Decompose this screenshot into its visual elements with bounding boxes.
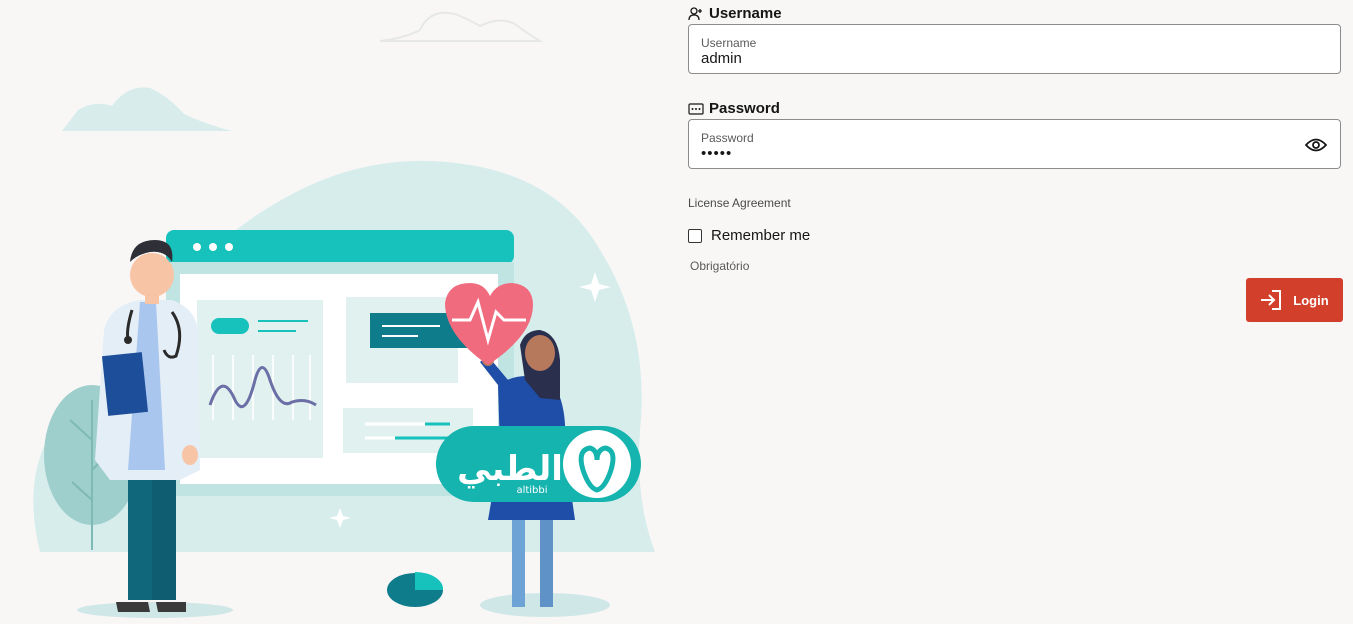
login-form: Username Username Password Password ••••… [688,0,1343,619]
eye-icon [1305,138,1327,152]
user-plus-icon [688,6,702,20]
sign-in-icon [1261,290,1282,310]
brand-latin-text: altibbi [516,485,547,496]
login-button[interactable]: Login [1246,278,1343,322]
remember-me-checkbox[interactable]: Remember me [688,227,810,244]
username-heading-text: Username [709,5,782,22]
password-heading: Password [688,100,780,117]
password-heading-text: Password [709,100,780,117]
brand-arabic-text: الطبي [457,449,563,489]
password-input[interactable]: ••••• [701,145,1261,162]
required-note: Obrigatório [690,259,750,273]
remember-me-label[interactable]: Remember me [711,227,810,244]
checkbox-box[interactable] [688,228,702,243]
medical-illustration: الطبي altibbi [33,11,656,618]
password-dots-icon [688,102,704,115]
username-field[interactable]: Username [688,24,1341,74]
license-agreement-link[interactable]: License Agreement [688,196,791,210]
hero-illustration: الطبي altibbi [0,0,670,619]
password-floating-label: Password [701,131,754,145]
password-field[interactable]: Password ••••• [688,119,1341,169]
username-input[interactable] [701,50,1261,67]
username-floating-label: Username [701,36,757,50]
toggle-password-visibility-button[interactable] [1304,134,1328,156]
login-button-label[interactable]: Login [1293,293,1328,308]
username-heading: Username [688,5,782,22]
